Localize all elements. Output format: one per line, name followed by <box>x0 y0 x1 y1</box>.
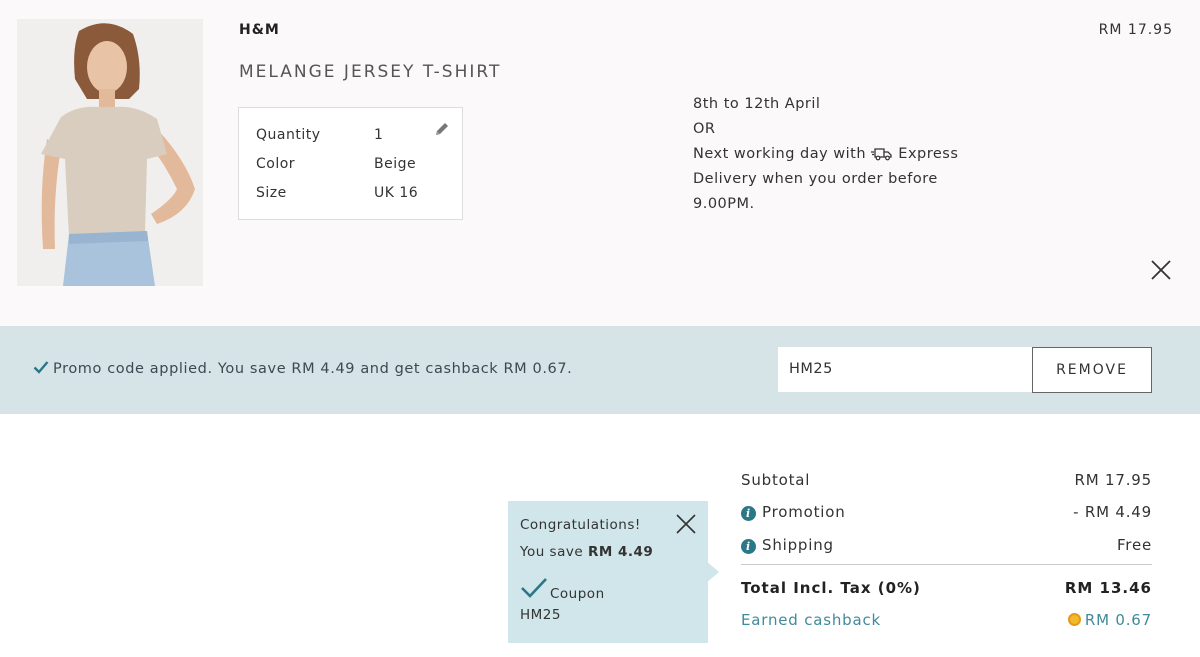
check-icon <box>33 360 49 374</box>
cashback-row: Earned cashback RM 0.67 <box>741 611 1152 629</box>
cart-item: H&M MELANGE JERSEY T-SHIRT RM 17.95 Quan… <box>0 0 1200 326</box>
product-image[interactable] <box>17 19 203 286</box>
delivery-info: 8th to 12th April OR Next working day wi… <box>693 92 958 217</box>
delivery-cutoff-time: 9.00PM. <box>693 196 755 212</box>
tooltip-arrow <box>706 561 719 583</box>
product-attributes-box: Quantity 1 Color Beige Size UK 16 <box>238 107 463 220</box>
size-value: UK 16 <box>374 185 419 201</box>
tooltip-congrats: Congratulations! <box>520 517 641 533</box>
size-label: Size <box>256 185 287 201</box>
summary-divider <box>741 564 1152 565</box>
delivery-dates: 8th to 12th April <box>693 96 821 112</box>
check-icon <box>520 577 548 599</box>
cashback-value: RM 0.67 <box>1084 611 1152 629</box>
tooltip-save-prefix: You save <box>520 544 584 560</box>
color-value: Beige <box>374 156 417 172</box>
delivery-or: OR <box>693 121 716 137</box>
tooltip-save-amount: RM 4.49 <box>587 544 654 560</box>
subtotal-row: Subtotal RM 17.95 <box>741 471 1152 489</box>
total-row: Total Incl. Tax (0%) RM 13.46 <box>741 579 1152 597</box>
color-label: Color <box>256 156 296 172</box>
promo-message: Promo code applied. You save RM 4.49 and… <box>33 360 572 377</box>
delivery-express-prefix: Next working day with <box>693 146 867 162</box>
delivery-express-suffix: Express <box>898 146 959 162</box>
quantity-label: Quantity <box>256 127 321 143</box>
promotion-label: Promotion <box>762 503 846 521</box>
quantity-value: 1 <box>374 127 384 143</box>
promo-code-bar: Promo code applied. You save RM 4.49 and… <box>0 326 1200 414</box>
delivery-express-line: Next working day with Express <box>693 142 958 167</box>
color-row: Color Beige <box>256 156 416 172</box>
total-label: Total Incl. Tax (0%) <box>741 579 921 597</box>
total-value: RM 13.46 <box>1064 579 1152 597</box>
tooltip-coupon-code: HM25 <box>520 607 561 623</box>
close-icon[interactable] <box>1150 259 1172 281</box>
promo-message-text: Promo code applied. You save RM 4.49 and… <box>53 361 573 377</box>
size-row: Size UK 16 <box>256 185 418 201</box>
remove-promo-button[interactable]: REMOVE <box>1032 347 1152 393</box>
pencil-icon[interactable] <box>433 120 451 138</box>
info-icon[interactable]: i <box>741 506 756 521</box>
cashback-label[interactable]: Earned cashback <box>741 611 881 629</box>
product-price: RM 17.95 <box>1098 22 1173 38</box>
promotion-value: - RM 4.49 <box>1073 503 1152 521</box>
product-name[interactable]: MELANGE JERSEY T-SHIRT <box>239 62 501 82</box>
delivery-cutoff: Delivery when you order before <box>693 171 938 187</box>
coin-icon <box>1067 613 1081 626</box>
shipping-value: Free <box>1116 536 1152 554</box>
tooltip-coupon-label: Coupon <box>550 586 605 602</box>
coupon-tooltip: Congratulations! You save RM 4.49 Coupon… <box>508 501 708 643</box>
truck-icon <box>871 145 893 161</box>
tooltip-save-line: You save RM 4.49 <box>520 544 653 560</box>
shipping-label: Shipping <box>762 536 834 554</box>
info-icon[interactable]: i <box>741 539 756 554</box>
promotion-row: i Promotion - RM 4.49 <box>741 503 1152 521</box>
product-brand[interactable]: H&M <box>239 22 280 38</box>
promo-code-input[interactable]: HM25 <box>778 347 1033 392</box>
close-icon[interactable] <box>676 514 696 534</box>
cashback-value-wrap: RM 0.67 <box>1067 611 1152 629</box>
subtotal-label: Subtotal <box>741 471 811 489</box>
shipping-row: i Shipping Free <box>741 536 1152 554</box>
subtotal-value: RM 17.95 <box>1074 471 1152 489</box>
quantity-row: Quantity 1 <box>256 127 383 143</box>
